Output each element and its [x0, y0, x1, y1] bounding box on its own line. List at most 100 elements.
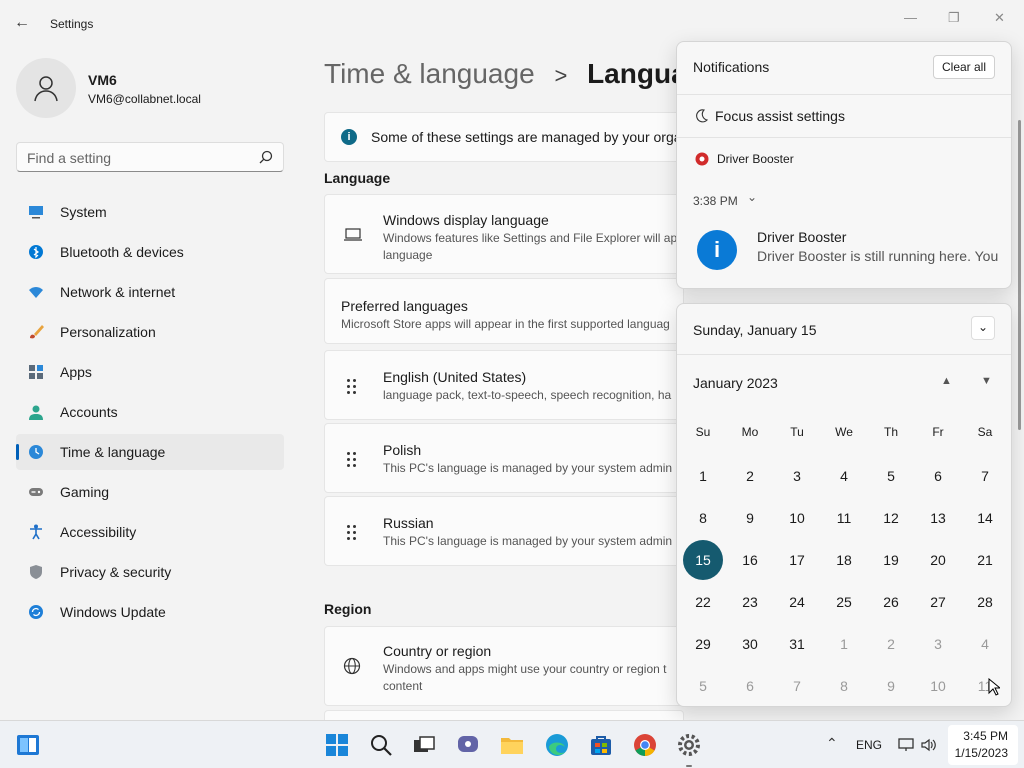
- clear-all-button[interactable]: Clear all: [933, 55, 995, 79]
- avatar[interactable]: [16, 58, 76, 118]
- card-description: Microsoft Store apps will appear in the …: [341, 317, 670, 331]
- sidebar-item-label: Privacy & security: [60, 564, 172, 580]
- calendar-day[interactable]: 1: [681, 458, 725, 494]
- calendar-month[interactable]: January 2023: [693, 375, 778, 391]
- sidebar-item-gaming[interactable]: Gaming: [16, 474, 284, 510]
- calendar-day[interactable]: 13: [916, 500, 960, 536]
- back-arrow-icon[interactable]: ←: [14, 14, 30, 32]
- drag-handle-icon[interactable]: [347, 379, 359, 394]
- display-language-card[interactable]: Windows display language Windows feature…: [324, 194, 684, 274]
- calendar-day[interactable]: 12: [869, 500, 913, 536]
- chrome-icon[interactable]: [633, 733, 657, 757]
- chevron-up-icon[interactable]: ⌃: [826, 735, 838, 752]
- calendar-day[interactable]: 5: [869, 458, 913, 494]
- search-placeholder: Find a setting: [27, 150, 112, 166]
- volume-icon[interactable]: [920, 737, 938, 753]
- sidebar-item-network[interactable]: Network & internet: [16, 274, 284, 310]
- restore-icon[interactable]: ❐: [948, 10, 960, 26]
- calendar-day[interactable]: 31: [775, 626, 819, 662]
- app-title: Settings: [50, 17, 94, 31]
- calendar-day[interactable]: 2: [869, 626, 913, 662]
- calendar-day[interactable]: 10: [916, 668, 960, 704]
- calendar-day[interactable]: 29: [681, 626, 725, 662]
- calendar-day[interactable]: 6: [916, 458, 960, 494]
- task-view-icon[interactable]: [412, 733, 436, 757]
- chevron-down-icon[interactable]: ⌄: [747, 190, 757, 204]
- language-item-polish[interactable]: Polish This PC's language is managed by …: [324, 423, 684, 493]
- sidebar-item-time-language[interactable]: Time & language: [16, 434, 284, 470]
- calendar-day[interactable]: 26: [869, 584, 913, 620]
- weekday-label: Mo: [741, 425, 759, 439]
- calendar-day[interactable]: 24: [775, 584, 819, 620]
- store-icon[interactable]: [589, 733, 613, 757]
- settings-gear-icon[interactable]: [677, 733, 701, 757]
- calendar-day[interactable]: 7: [963, 458, 1007, 494]
- sidebar-item-windows-update[interactable]: Windows Update: [16, 594, 284, 630]
- card-description: Windows features like Settings and File …: [383, 231, 678, 262]
- close-icon[interactable]: ✕: [994, 10, 1005, 26]
- calendar-day[interactable]: 6: [728, 668, 772, 704]
- clock-button[interactable]: 3:45 PM 1/15/2023: [948, 725, 1018, 765]
- calendar-day[interactable]: 8: [822, 668, 866, 704]
- breadcrumb-parent[interactable]: Time & language: [324, 58, 535, 89]
- drag-handle-icon[interactable]: [347, 452, 359, 467]
- calendar-day[interactable]: 5: [681, 668, 725, 704]
- calendar-day[interactable]: 8: [681, 500, 725, 536]
- calendar-day[interactable]: 10: [775, 500, 819, 536]
- minimize-icon[interactable]: —: [904, 10, 917, 25]
- edge-icon[interactable]: [545, 733, 569, 757]
- sidebar-item-accessibility[interactable]: Accessibility: [16, 514, 284, 550]
- calendar-day[interactable]: 1: [822, 626, 866, 662]
- focus-assist-link[interactable]: Focus assist settings: [677, 94, 1011, 138]
- calendar-day[interactable]: 9: [728, 500, 772, 536]
- sidebar-item-bluetooth[interactable]: Bluetooth & devices: [16, 234, 284, 270]
- drag-handle-icon[interactable]: [347, 525, 359, 540]
- widgets-icon[interactable]: [16, 733, 40, 757]
- sidebar-item-apps[interactable]: Apps: [16, 354, 284, 390]
- country-region-card[interactable]: Country or region Windows and apps might…: [324, 626, 684, 706]
- language-item-russian[interactable]: Russian This PC's language is managed by…: [324, 496, 684, 566]
- collapse-calendar-button[interactable]: ⌄: [971, 316, 995, 340]
- language-item-english[interactable]: English (United States) language pack, t…: [324, 350, 684, 420]
- search-icon[interactable]: [369, 733, 393, 757]
- calendar-day[interactable]: 28: [963, 584, 1007, 620]
- calendar-day[interactable]: 23: [728, 584, 772, 620]
- calendar-day[interactable]: 4: [963, 626, 1007, 662]
- calendar-day-today[interactable]: 15: [683, 540, 723, 580]
- calendar-day[interactable]: 14: [963, 500, 1007, 536]
- calendar-day[interactable]: 27: [916, 584, 960, 620]
- sidebar-item-privacy[interactable]: Privacy & security: [16, 554, 284, 590]
- calendar-day[interactable]: 18: [822, 542, 866, 578]
- calendar-day[interactable]: 20: [916, 542, 960, 578]
- previous-month-icon[interactable]: ▲: [941, 375, 952, 387]
- sidebar-item-accounts[interactable]: Accounts: [16, 394, 284, 430]
- scrollbar[interactable]: [1018, 120, 1021, 430]
- calendar-day[interactable]: 11: [963, 668, 1007, 704]
- calendar-day[interactable]: 3: [916, 626, 960, 662]
- calendar-day[interactable]: 30: [728, 626, 772, 662]
- input-language[interactable]: ENG: [856, 738, 882, 752]
- calendar-day[interactable]: 7: [775, 668, 819, 704]
- calendar-day[interactable]: 19: [869, 542, 913, 578]
- calendar-day[interactable]: 3: [775, 458, 819, 494]
- calendar-day[interactable]: 21: [963, 542, 1007, 578]
- calendar-day[interactable]: 22: [681, 584, 725, 620]
- search-input[interactable]: Find a setting: [16, 142, 284, 172]
- network-icon[interactable]: [897, 737, 915, 753]
- sidebar-item-label: Gaming: [60, 484, 110, 500]
- sidebar-item-label: Time & language: [60, 444, 166, 460]
- calendar-day[interactable]: 25: [822, 584, 866, 620]
- sidebar-item-personalization[interactable]: Personalization: [16, 314, 284, 350]
- start-icon[interactable]: [325, 733, 349, 757]
- calendar-day[interactable]: 4: [822, 458, 866, 494]
- calendar-day[interactable]: 16: [728, 542, 772, 578]
- next-month-icon[interactable]: ▼: [981, 375, 992, 387]
- chat-icon[interactable]: [456, 733, 480, 757]
- shield-icon: [30, 565, 42, 579]
- calendar-day[interactable]: 2: [728, 458, 772, 494]
- calendar-day[interactable]: 17: [775, 542, 819, 578]
- calendar-day[interactable]: 9: [869, 668, 913, 704]
- calendar-day[interactable]: 11: [822, 500, 866, 536]
- sidebar-item-system[interactable]: System: [16, 194, 284, 230]
- file-explorer-icon[interactable]: [500, 733, 524, 757]
